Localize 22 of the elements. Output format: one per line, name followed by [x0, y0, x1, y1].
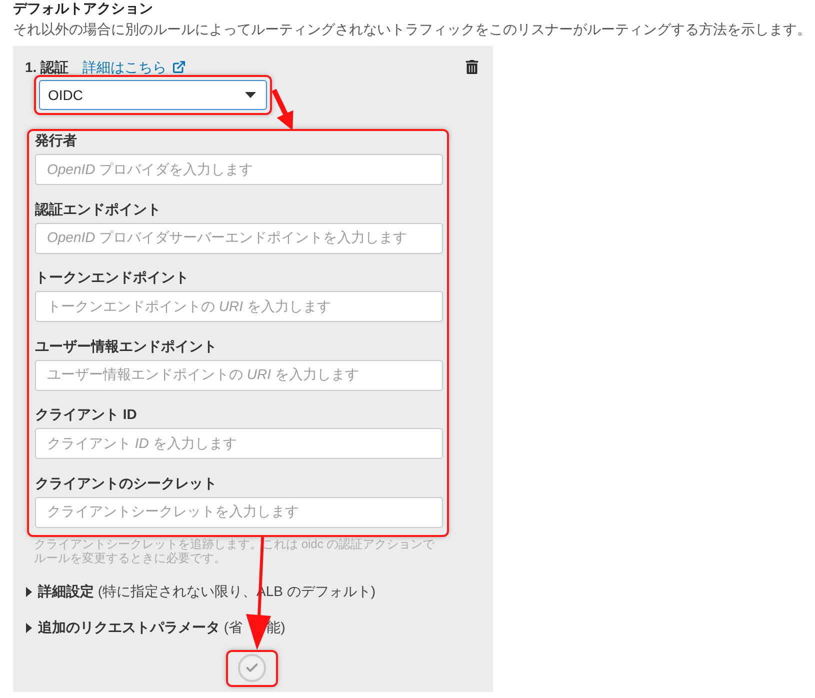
input-field[interactable]: OpenID プロバイダを入力します	[35, 154, 443, 185]
field-label: ユーザー情報エンドポイント	[35, 336, 217, 354]
input-field[interactable]: クライアントシークレットを入力します	[35, 496, 443, 528]
external-link-icon	[172, 60, 186, 74]
input-field[interactable]: トークンエンドポイントの URI を入力します	[35, 291, 443, 322]
field-label: 認証エンドポイント	[35, 200, 161, 218]
field-label: 発行者	[35, 131, 77, 149]
expander-toggle[interactable]: 追加のリクエストパラメータ (省 能)	[26, 618, 286, 638]
action-heading: 1. 認証	[25, 59, 69, 75]
delete-icon[interactable]	[465, 60, 479, 74]
input-field[interactable]: クライアント ID を入力します	[35, 428, 443, 459]
check-icon	[245, 661, 259, 675]
dropdown[interactable]: OIDC	[39, 80, 267, 110]
input-field[interactable]: OpenID プロバイダサーバーエンドポイントを入力します	[35, 222, 443, 254]
field-label: クライアントのシークレット	[35, 474, 217, 492]
caret-icon	[245, 92, 256, 98]
section-description: それ以外の場合に別のルールによってルーティングされないトラフィックをこのリスナーがルーティングする方法を示します。	[13, 21, 811, 39]
help-link[interactable]: 詳細はこちら	[82, 59, 186, 75]
field-label: クライアント ID	[35, 405, 137, 423]
section-title: デフォルトアクション	[13, 0, 153, 17]
field-label: トークンエンドポイント	[35, 268, 189, 286]
input-field[interactable]: ユーザー情報エンドポイントの URI を入力します	[35, 360, 443, 390]
